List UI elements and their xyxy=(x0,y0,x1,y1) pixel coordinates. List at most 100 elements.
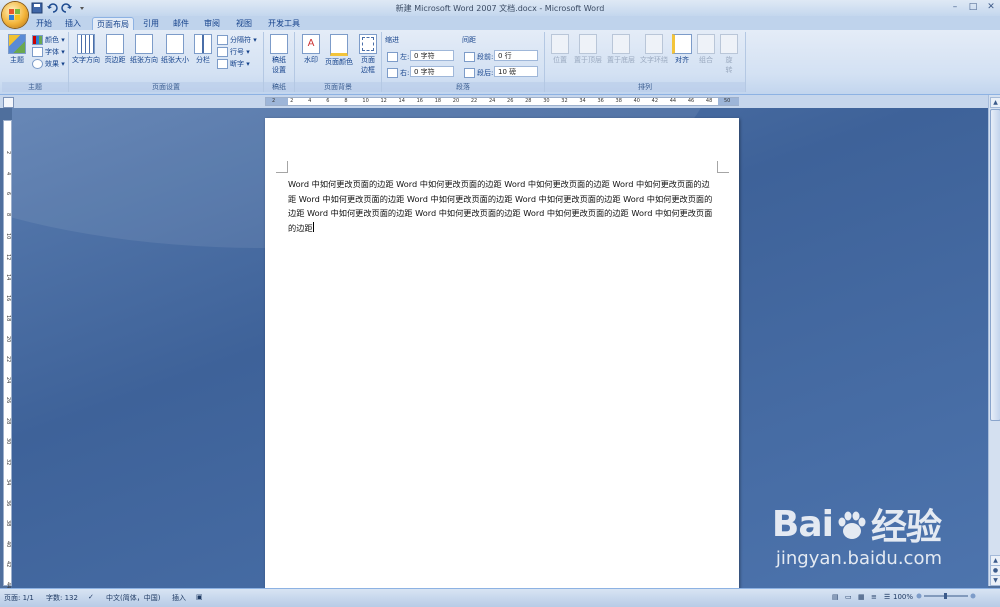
draft-settings-button[interactable]: 稿纸 设置 xyxy=(267,34,291,75)
palette-icon xyxy=(32,35,43,45)
spacing-after-icon xyxy=(464,68,475,78)
status-language[interactable]: 中文(简体，中国) xyxy=(106,593,160,603)
ruler-tick: 10 xyxy=(362,98,369,104)
page-borders-button[interactable]: 页面 边框 xyxy=(357,34,379,75)
ruler-tick: 30 xyxy=(543,98,550,104)
redo-icon[interactable] xyxy=(61,2,73,14)
bring-to-front-button[interactable]: 置于顶层 xyxy=(572,34,604,65)
group-label-themes: 主题 xyxy=(2,82,68,92)
window-title: 新建 Microsoft Word 2007 文档.docx - Microso… xyxy=(395,4,605,13)
group-page-background: A 水印 页面颜色 页面 边框 页面背景 xyxy=(295,32,382,92)
indent-left-icon xyxy=(387,52,398,62)
tab-references[interactable]: 引用 xyxy=(140,17,162,30)
group-label-paragraph: 段落 xyxy=(382,82,544,92)
font-icon xyxy=(32,47,43,57)
position-button[interactable]: 位置 xyxy=(549,34,571,65)
text-wrap-button[interactable]: 文字环绕 xyxy=(638,34,670,65)
ruler-tick: 2 xyxy=(290,98,294,104)
vertical-ruler[interactable]: 2 4 6 8 10 12 14 16 18 20 22 24 26 28 30 32 34 36 38 40 42 44 xyxy=(3,120,12,588)
vruler-tick: 34 xyxy=(5,479,11,486)
document-body[interactable]: Word 中如何更改页面的边距 Word 中如何更改页面的边距 Word 中如何… xyxy=(288,177,716,236)
scroll-down-icon[interactable]: ▼ xyxy=(990,575,1000,586)
office-button[interactable] xyxy=(2,2,28,28)
window-controls: – □ ✕ xyxy=(946,0,1000,14)
view-full-screen-icon[interactable]: ▭ xyxy=(845,593,852,601)
ruler-tick: 48 xyxy=(705,98,713,104)
page-size-button[interactable]: 纸张大小 xyxy=(160,34,190,65)
watermark-button[interactable]: A 水印 xyxy=(299,34,323,65)
view-print-layout-icon[interactable]: ▤ xyxy=(832,593,839,601)
status-zoom[interactable]: 100% xyxy=(893,593,913,601)
vruler-tick: 38 xyxy=(5,520,11,527)
undo-icon[interactable] xyxy=(46,2,58,14)
group-label-arrange: 排列 xyxy=(545,82,745,92)
paw-icon xyxy=(835,509,869,539)
ribbon: 主题 颜色 ▾ 字体 ▾ 效果 ▾ 主题 文字方向 页边距 纸张方向 纸张大小 … xyxy=(0,30,1000,95)
vruler-tick: 28 xyxy=(5,417,11,424)
themes-button[interactable]: 主题 xyxy=(5,34,29,65)
theme-colors-button[interactable]: 颜色 ▾ xyxy=(32,35,65,45)
align-icon xyxy=(672,34,692,54)
tab-page-layout[interactable]: 页面布局 xyxy=(92,17,134,31)
text-direction-button[interactable]: 文字方向 xyxy=(71,34,101,65)
view-web-layout-icon[interactable]: ▦ xyxy=(858,593,865,601)
columns-button[interactable]: 分栏 xyxy=(192,34,214,65)
text-cursor xyxy=(312,222,314,233)
ruler-tick: 34 xyxy=(579,98,586,104)
tab-selector-icon[interactable] xyxy=(3,97,14,108)
theme-effects-button[interactable]: 效果 ▾ xyxy=(32,59,65,69)
vruler-tick: 4 xyxy=(5,171,11,175)
macro-record-icon[interactable]: ▣ xyxy=(196,593,203,601)
line-numbers-button[interactable]: 行号 ▾ xyxy=(217,47,250,57)
save-icon[interactable] xyxy=(31,2,43,14)
text-wrap-icon xyxy=(645,34,663,54)
group-objects-button[interactable]: 组合 xyxy=(695,34,717,65)
rotate-button[interactable]: 旋转 xyxy=(719,34,739,75)
hyphenation-button[interactable]: 断字 ▾ xyxy=(217,59,250,69)
document-page[interactable]: Word 中如何更改页面的边距 Word 中如何更改页面的边距 Word 中如何… xyxy=(265,118,739,590)
tab-review[interactable]: 审阅 xyxy=(201,17,223,30)
maximize-button[interactable]: □ xyxy=(964,0,982,14)
tab-mailings[interactable]: 邮件 xyxy=(170,17,192,30)
horizontal-ruler[interactable]: 2 2 4 6 8 10 12 14 16 18 20 22 24 26 28 30 32 34 36 38 40 42 4… xyxy=(265,97,739,106)
vertical-scrollbar[interactable]: ▲ ▲ ● ▼ xyxy=(988,95,1000,586)
tab-insert[interactable]: 插入 xyxy=(62,17,84,30)
theme-fonts-button[interactable]: 字体 ▾ xyxy=(32,47,65,57)
tab-developer[interactable]: 开发工具 xyxy=(266,17,302,30)
customize-qat-icon[interactable] xyxy=(76,2,88,14)
breaks-icon xyxy=(217,35,228,45)
page-color-button[interactable]: 页面颜色 xyxy=(323,34,355,67)
ribbon-tab-row: 开始 插入 页面布局 引用 邮件 审阅 视图 开发工具 xyxy=(0,16,1000,31)
ruler-tick: 6 xyxy=(326,98,330,104)
align-button[interactable]: 对齐 xyxy=(671,34,693,65)
hyphenation-icon xyxy=(217,59,228,69)
baidu-watermark: Bai 经验 jingyan.baidu.com xyxy=(772,498,942,570)
spacing-after-input[interactable]: 10 磅 xyxy=(494,66,538,77)
status-word-count[interactable]: 字数: 132 xyxy=(46,593,78,603)
scroll-up-icon[interactable]: ▲ xyxy=(990,97,1000,108)
zoom-slider[interactable] xyxy=(916,593,976,599)
send-to-back-button[interactable]: 置于底层 xyxy=(605,34,637,65)
orientation-button[interactable]: 纸张方向 xyxy=(129,34,159,65)
indent-left-input[interactable]: 0 字符 xyxy=(410,50,454,61)
proofing-icon[interactable]: ✓ xyxy=(88,593,94,601)
close-button[interactable]: ✕ xyxy=(982,0,1000,14)
vruler-tick: 36 xyxy=(5,499,11,506)
status-insert-mode[interactable]: 插入 xyxy=(172,593,186,603)
indent-title: 缩进 xyxy=(385,36,399,44)
tab-view[interactable]: 视图 xyxy=(233,17,255,30)
view-draft-icon[interactable]: ☰ xyxy=(884,593,890,601)
margins-button[interactable]: 页边距 xyxy=(102,34,128,65)
indent-right-input[interactable]: 0 字符 xyxy=(410,66,454,77)
ruler-tick: 42 xyxy=(651,98,659,104)
breaks-button[interactable]: 分隔符 ▾ xyxy=(217,35,257,45)
indent-right-icon xyxy=(387,68,398,78)
scroll-thumb[interactable] xyxy=(990,109,1000,421)
status-page[interactable]: 页面: 1/1 xyxy=(4,593,34,603)
minimize-button[interactable]: – xyxy=(946,0,964,14)
spacing-title: 间距 xyxy=(462,36,476,44)
position-icon xyxy=(551,34,569,54)
spacing-before-input[interactable]: 0 行 xyxy=(494,50,538,61)
tab-home[interactable]: 开始 xyxy=(33,17,55,30)
view-outline-icon[interactable]: ≡ xyxy=(871,593,877,601)
